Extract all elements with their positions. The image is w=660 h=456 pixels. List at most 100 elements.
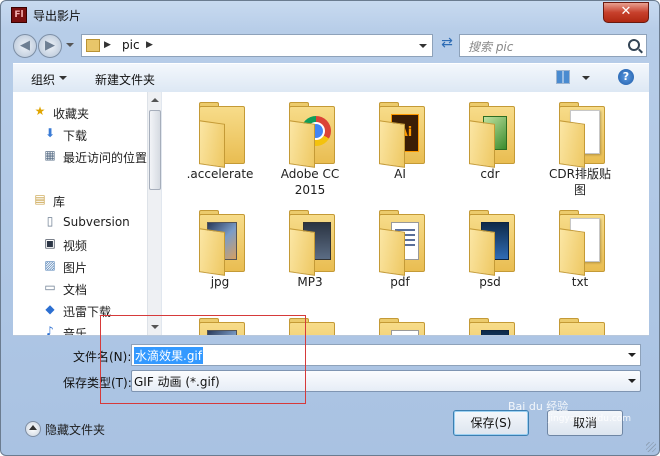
address-dropdown-icon[interactable]: [419, 44, 427, 48]
pdf-document-icon: [391, 330, 419, 335]
picture-icon: ▨: [44, 258, 56, 272]
music-icon: ♪: [46, 324, 54, 336]
folder-item[interactable]: [537, 310, 623, 335]
folder-item[interactable]: txt: [537, 202, 623, 306]
thunder-icon: ◆: [45, 302, 55, 316]
save-dialog: Fl 导出影片 ✕ ◀ ▶ ▶ pic ▶ ⇄ 搜索 pic 组织 新建文件夹 …: [0, 0, 660, 456]
folder-item[interactable]: pdf: [357, 202, 443, 306]
sidebar-item-label: 视频: [63, 239, 88, 253]
scroll-thumb[interactable]: [149, 110, 161, 190]
folder-item[interactable]: [357, 310, 443, 335]
address-bar[interactable]: ▶ pic ▶: [81, 34, 433, 57]
folder-icon: [469, 210, 515, 276]
folder-item[interactable]: psd: [447, 202, 533, 306]
folder-icon: [86, 39, 100, 52]
sidebar-item-videos[interactable]: ▣ 视频: [13, 234, 147, 254]
library-icon: ▤: [34, 192, 46, 206]
folder-item[interactable]: MP3: [267, 202, 353, 306]
back-button[interactable]: ◀: [13, 34, 37, 58]
dialog-title: 导出影片: [33, 9, 82, 23]
breadcrumb-pic[interactable]: pic: [122, 38, 140, 52]
close-button[interactable]: ✕: [603, 2, 649, 23]
star-icon: ★: [34, 104, 46, 118]
sidebar-item-pictures[interactable]: ▨ 图片: [13, 256, 147, 276]
sidebar-item-label: 图片: [63, 261, 88, 275]
folder-icon: [379, 318, 425, 335]
file-list: .accelerate Adobe CC 2015 Ai AI cdr CDR排版贴图 jpg…: [163, 92, 633, 335]
collapse-icon: [25, 421, 41, 437]
filetype-dropdown-icon[interactable]: [628, 379, 636, 383]
view-options-caret-icon[interactable]: [582, 76, 590, 80]
folder-icon: [289, 102, 335, 168]
change-view-icon[interactable]: [556, 70, 570, 84]
scroll-up-icon[interactable]: [151, 98, 159, 102]
search-placeholder: 搜索 pic: [468, 40, 514, 54]
folder-item[interactable]: .accelerate: [177, 94, 263, 198]
folder-item[interactable]: jpg: [177, 202, 263, 306]
recent-pages-dropdown-icon[interactable]: [66, 43, 74, 47]
sidebar-item-favorites[interactable]: ★ 收藏夹: [13, 102, 147, 122]
recent-places-icon: ▦: [44, 148, 56, 162]
folder-label: psd: [479, 275, 501, 289]
title-bar: Fl 导出影片 ✕: [1, 1, 659, 29]
sidebar-item-label: 最近访问的位置: [63, 151, 148, 165]
document-icon: ▯: [46, 214, 54, 228]
sidebar-item-downloads[interactable]: ⬇ 下载: [13, 124, 147, 144]
new-folder-button[interactable]: 新建文件夹: [95, 71, 155, 88]
folder-label: MP3: [297, 275, 323, 289]
resize-grip-icon[interactable]: [646, 442, 656, 452]
sidebar-scrollbar[interactable]: [147, 92, 161, 335]
watermark-url: jingyan.baidu.com: [548, 414, 632, 424]
forward-button[interactable]: ▶: [38, 34, 62, 58]
navigation-sidebar: ★ 收藏夹 ⬇ 下载 ▦ 最近访问的位置 ▤ 库 ▯ Subversion ▣ …: [13, 92, 162, 335]
folder-icon: [469, 318, 515, 335]
browser-pane: ★ 收藏夹 ⬇ 下载 ▦ 最近访问的位置 ▤ 库 ▯ Subversion ▣ …: [13, 92, 649, 336]
folder-label: jpg: [210, 275, 230, 289]
folder-icon: [469, 102, 515, 168]
folder-icon: [559, 102, 605, 168]
command-bar: 组织 新建文件夹 ?: [13, 63, 649, 93]
help-icon[interactable]: ?: [618, 69, 634, 85]
folder-item[interactable]: cdr: [447, 94, 533, 198]
folder-label: .accelerate: [186, 167, 254, 181]
folder-item[interactable]: Ai AI: [357, 94, 443, 198]
folder-label: pdf: [390, 275, 410, 289]
sidebar-item-label: 音乐: [63, 327, 88, 335]
watermark: Bai du 经验: [508, 400, 569, 413]
folder-label: AI: [394, 167, 406, 181]
flash-app-icon: Fl: [11, 7, 27, 23]
organize-button[interactable]: 组织: [31, 71, 55, 88]
folder-icon: Ai: [379, 102, 425, 168]
folder-icon: [199, 102, 245, 168]
folder-label: CDR排版贴图: [549, 167, 611, 197]
search-icon[interactable]: [628, 39, 640, 51]
breadcrumb-chevron-icon[interactable]: ▶: [146, 40, 153, 50]
folder-icon: [559, 210, 605, 276]
sidebar-item-label: 下载: [63, 129, 88, 143]
folder-label: Adobe CC 2015: [280, 167, 340, 197]
refresh-icon[interactable]: ⇄: [439, 35, 455, 51]
filename-dropdown-icon[interactable]: [628, 353, 636, 357]
sidebar-item-label: 库: [53, 195, 66, 209]
sidebar-item-recent[interactable]: ▦ 最近访问的位置: [13, 146, 147, 166]
folder-label: cdr: [480, 167, 500, 181]
sidebar-item-label: 收藏夹: [53, 107, 90, 121]
sidebar-item-label: 文档: [63, 283, 88, 297]
search-input[interactable]: 搜索 pic: [459, 34, 647, 57]
annotation-highlight-box: [100, 315, 306, 404]
folder-item[interactable]: Adobe CC 2015: [267, 94, 353, 198]
folder-icon: [379, 210, 425, 276]
folder-item[interactable]: [447, 310, 533, 335]
download-icon: ⬇: [44, 126, 56, 140]
breadcrumb-chevron-icon[interactable]: ▶: [104, 40, 111, 50]
document-icon: ▭: [44, 280, 56, 294]
folder-item[interactable]: CDR排版贴图: [537, 94, 623, 198]
sidebar-item-subversion[interactable]: ▯ Subversion: [13, 212, 147, 232]
sidebar-item-libraries[interactable]: ▤ 库: [13, 190, 147, 210]
organize-caret-icon[interactable]: [59, 76, 67, 80]
sidebar-item-documents[interactable]: ▭ 文档: [13, 278, 147, 298]
photoshop-icon: [481, 330, 509, 335]
sidebar-item-label: Subversion: [63, 215, 130, 229]
video-icon: ▣: [44, 236, 56, 250]
folder-icon: [289, 210, 335, 276]
